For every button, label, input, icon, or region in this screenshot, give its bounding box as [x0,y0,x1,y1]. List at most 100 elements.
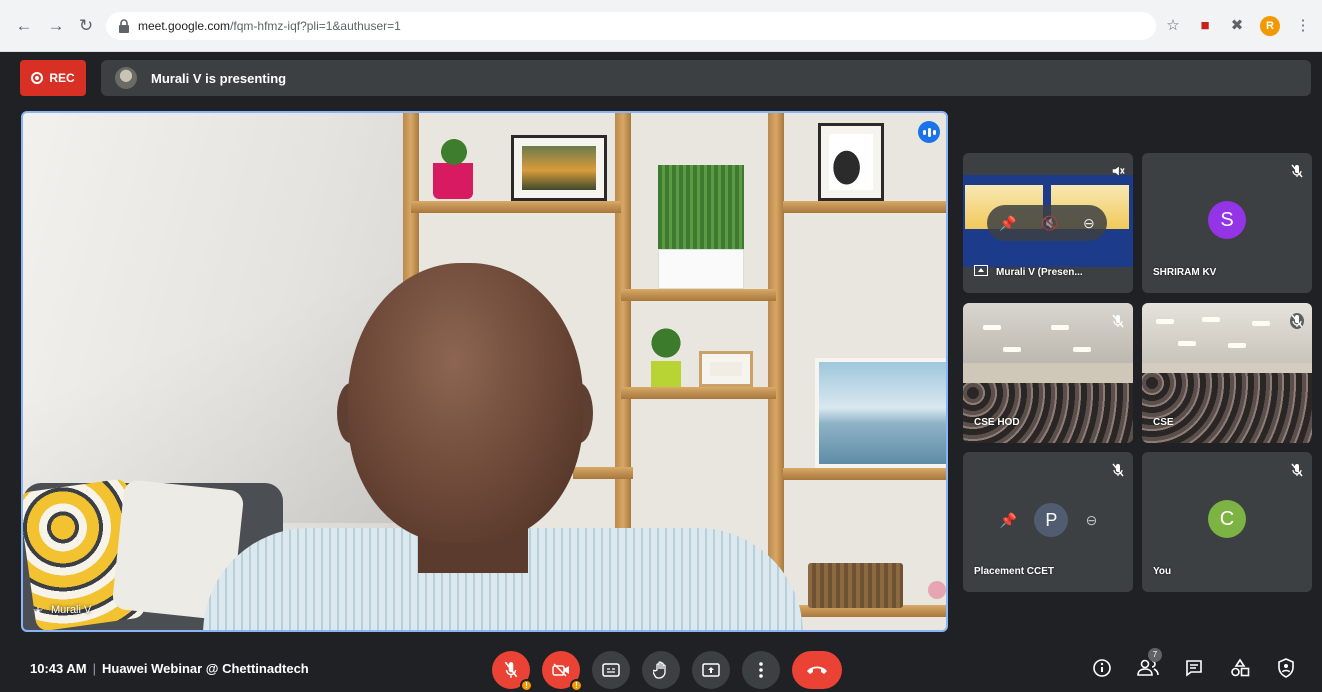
present-now-button[interactable] [692,651,730,689]
tile-hover-controls: 📌 P ⊖ [991,502,1106,538]
participant-tile-shriram-kv[interactable]: S SHRIRAM KV [1142,153,1312,293]
url-path: /fqm-hfmz-iqf?pli=1&authuser=1 [230,19,401,33]
tile-name-you: You [1153,566,1172,577]
mic-off-icon [1291,164,1303,178]
warning-badge: ! [570,679,583,692]
speaker-head [348,263,583,543]
activities-icon [1231,658,1250,677]
browser-toolbar: ← → ↻ meet.google.com/fqm-hfmz-iqf?pli=1… [0,0,1322,52]
raise-hand-button[interactable] [642,651,680,689]
avatar: P [1034,503,1069,537]
remove-icon[interactable]: ⊖ [1086,512,1098,529]
more-vert-icon [759,662,763,678]
chat-button[interactable] [1182,656,1206,680]
tile-name-placement-ccet: Placement CCET [974,566,1055,577]
address-bar[interactable]: meet.google.com/fqm-hfmz-iqf?pli=1&authu… [106,12,1156,40]
shelf [783,468,946,480]
speaker-person [203,263,803,630]
tile-hover-controls: 📌 🔇 ⊖ [987,205,1107,241]
pin-icon[interactable]: 📌 [999,215,1016,232]
presenter-avatar [115,67,137,89]
more-options-button[interactable] [742,651,780,689]
reload-icon[interactable]: ↻ [76,16,96,36]
meeting-side-controls: 7 [1090,648,1298,680]
mic-off-icon [1291,463,1303,477]
meeting-time: 10:43 AM [30,661,87,676]
lock-icon [119,19,129,33]
profile-avatar[interactable]: R [1260,16,1280,36]
chat-icon [1186,660,1202,677]
host-controls-button[interactable] [1274,656,1298,680]
mic-off-icon [1112,463,1124,477]
meeting-title[interactable]: Huawei Webinar @ Chettinadtech [102,661,309,676]
shelf [783,201,946,213]
participant-tile-cse[interactable]: CSE [1142,303,1312,443]
tile-name-presentation: Murali V (Presen... [974,265,1083,278]
back-arrow-icon[interactable]: ← [14,16,34,36]
present-screen-icon [974,265,988,276]
tile-name-cse: CSE [1153,417,1174,428]
hand-icon [653,661,666,679]
recording-label: REC [49,71,75,85]
shelf [411,201,621,213]
participant-tile-placement-ccet[interactable]: 📌 P ⊖ Placement CCET [963,452,1133,592]
presenting-text: Murali V is presenting [151,71,287,86]
extensions-puzzle-icon[interactable]: ✖ [1228,17,1246,35]
participant-tile-cse-hod[interactable]: CSE HOD [963,303,1133,443]
potted-plant [433,163,473,199]
meeting-details-button[interactable] [1090,656,1114,680]
remove-icon[interactable]: ⊖ [1083,215,1095,232]
forward-arrow-icon[interactable]: → [46,16,66,36]
main-participant-name: Murali V [51,604,92,616]
activities-button[interactable] [1228,656,1252,680]
avatar: S [1208,201,1246,239]
captions-button[interactable] [592,651,630,689]
sea-painting [815,358,946,468]
camera-off-icon [552,663,569,677]
browser-icons: ☆ ■ ✖ R ⋮ [1164,14,1312,38]
leave-call-button[interactable] [792,651,842,689]
speaker-muted-icon [1112,166,1125,176]
separator: | [92,661,96,676]
call-controls: ! ! [492,651,842,692]
presenting-banner: Murali V is presenting [101,60,1311,96]
picture-frame [818,123,884,201]
tile-name-cse-hod: CSE HOD [974,417,1020,428]
mute-participant-icon[interactable]: 🔇 [1041,215,1058,232]
tile-name-text: Murali V (Presen... [996,267,1083,278]
basket [808,563,903,608]
mic-off-icon [1290,313,1304,329]
browser-menu-icon[interactable]: ⋮ [1294,17,1312,35]
bookmark-star-icon[interactable]: ☆ [1164,17,1182,35]
warning-badge: ! [520,679,533,692]
camera-toggle-button[interactable]: ! [542,651,583,692]
participant-tile-you[interactable]: C You [1142,452,1312,592]
pin-icon: ✭ [33,604,44,618]
info-icon [1093,659,1111,677]
url-text: meet.google.com/fqm-hfmz-iqf?pli=1&authu… [138,19,401,33]
people-button[interactable]: 7 [1136,648,1162,680]
speaking-indicator-icon [918,121,940,143]
shield-icon [1278,658,1294,678]
picture-frame [511,135,607,201]
tile-name-shriram-kv: SHRIRAM KV [1153,267,1217,278]
participant-tile-presentation[interactable]: 📌 🔇 ⊖ Murali V (Presen... [963,153,1133,293]
present-screen-icon [702,663,720,677]
decor-ball [928,581,946,599]
recording-badge[interactable]: REC [20,60,86,96]
avatar: C [1208,500,1246,538]
end-call-icon [807,666,827,674]
plant-leaves [437,139,471,165]
extension-icon[interactable]: ■ [1196,17,1214,35]
pin-icon[interactable]: 📌 [1000,512,1017,529]
meeting-info: 10:43 AM | Huawei Webinar @ Chettinadtech [30,661,309,676]
record-icon [31,72,44,84]
grass-plant [658,165,744,251]
closed-captions-icon [602,663,620,677]
url-host: meet.google.com [138,19,231,33]
microphone-toggle-button[interactable]: ! [492,651,533,692]
main-speaker-video[interactable]: ✭ Murali V [21,111,948,632]
mic-off-icon [504,661,518,678]
participant-count-badge: 7 [1148,648,1162,662]
mic-off-icon [1112,314,1124,328]
